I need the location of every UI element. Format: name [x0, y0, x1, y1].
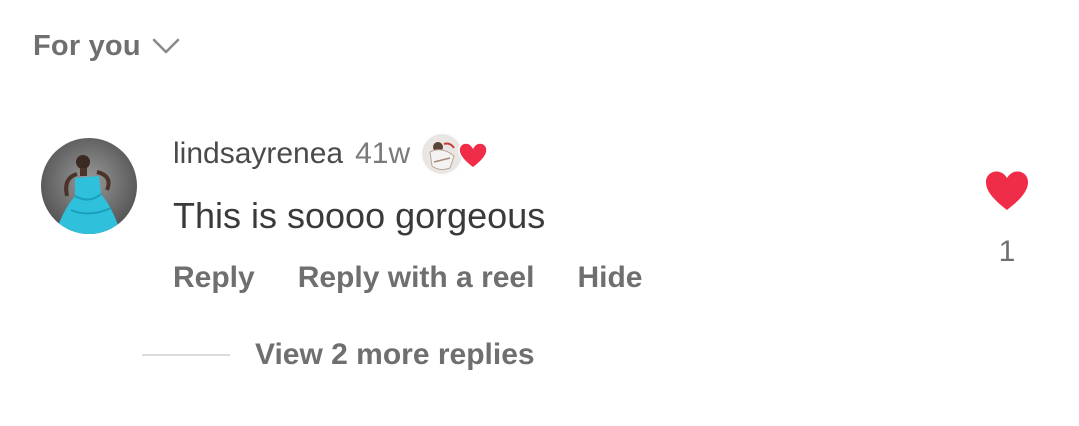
like-control: 1	[984, 170, 1030, 269]
liked-by-author-badge	[420, 130, 488, 178]
commenter-avatar[interactable]	[41, 138, 137, 234]
comment-text: This is soooo gorgeous	[173, 195, 546, 236]
reply-with-reel-button[interactable]: Reply with a reel	[298, 261, 535, 295]
comment-actions: Reply Reply with a reel Hide	[173, 258, 642, 298]
like-count: 1	[998, 235, 1016, 268]
chevron-down-icon	[151, 36, 181, 56]
sort-dropdown[interactable]: For you	[33, 26, 181, 66]
comment-body: lindsayrenea 41w This is soooo gorgeous …	[173, 126, 642, 298]
view-more-replies-button[interactable]: View 2 more replies	[142, 333, 535, 377]
username[interactable]: lindsayrenea	[173, 137, 343, 171]
like-heart-icon[interactable]	[984, 170, 1030, 217]
reply-button[interactable]: Reply	[173, 261, 255, 295]
comments-panel: For you lindsayrenea 41w This is soooo g…	[0, 0, 1079, 426]
hide-button[interactable]: Hide	[577, 261, 642, 295]
sort-label: For you	[33, 29, 141, 62]
heart-icon	[458, 142, 488, 170]
replies-divider	[142, 354, 230, 356]
view-replies-label: View 2 more replies	[255, 338, 535, 371]
comment-meta: lindsayrenea 41w	[173, 126, 642, 182]
timestamp: 41w	[355, 137, 411, 170]
